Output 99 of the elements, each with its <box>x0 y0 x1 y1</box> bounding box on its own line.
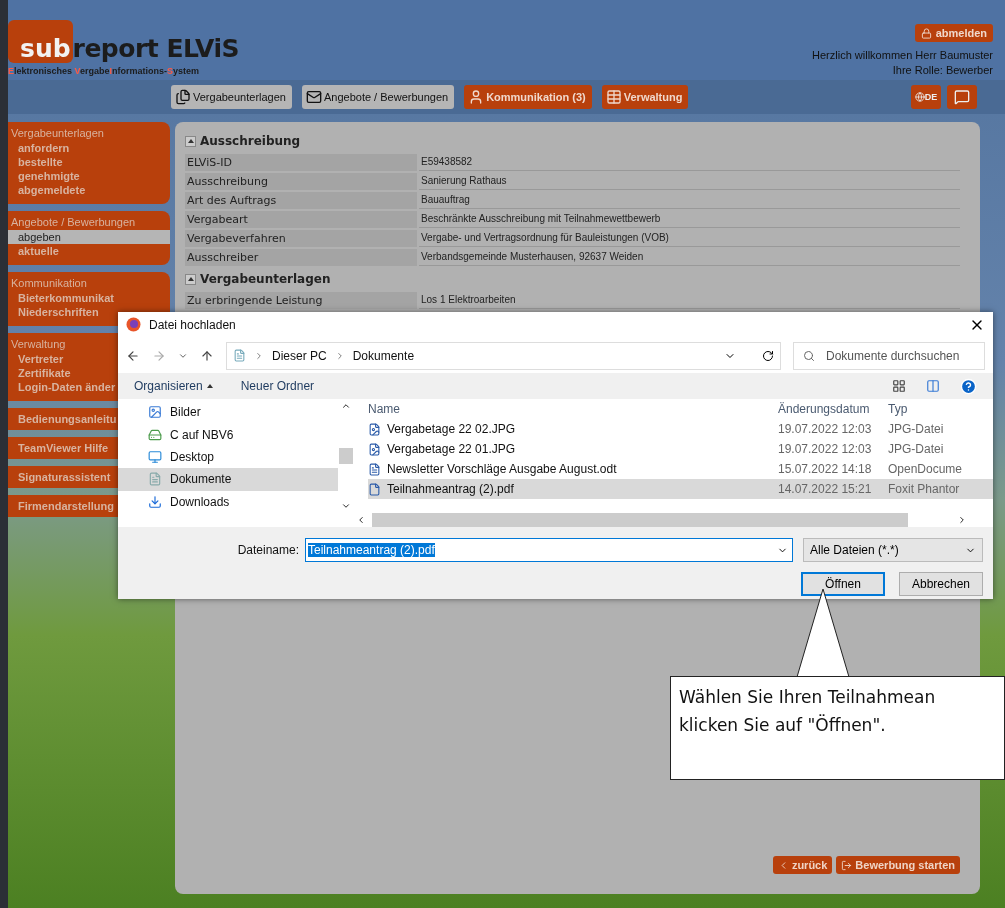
collapse-icon[interactable] <box>185 273 196 285</box>
new-folder-button[interactable]: Neuer Ordner <box>240 379 315 394</box>
welcome-text: Herzlich willkommen Herr Baumuster <box>812 49 993 61</box>
field-value: E59438582 <box>419 154 960 171</box>
file-row[interactable]: Vergabetage 22 01.JPG 19.07.2022 12:03 JPG-Datei <box>368 439 993 459</box>
scroll-right-icon[interactable] <box>957 515 967 525</box>
column-header[interactable]: Name <box>368 402 778 416</box>
view-options-icon[interactable] <box>892 379 906 394</box>
back-button[interactable]: zurück <box>772 856 833 874</box>
folder-item[interactable]: Dokumente <box>118 468 338 491</box>
file-type: JPG-Datei <box>888 422 945 436</box>
drive-folder-icon <box>148 427 162 442</box>
field-value: Vergabe- und Vertragsordnung für Bauleistungen (VOB) <box>419 230 960 247</box>
sidebar-heading: Angebote / Bewerbungen <box>10 215 137 230</box>
sidebar-heading: Kommunikation <box>10 276 88 291</box>
file-type: OpenDocume <box>888 462 964 476</box>
sidebar-heading: Verwaltung <box>10 337 67 352</box>
chat-button[interactable] <box>947 85 977 109</box>
file-date: 14.07.2022 15:21 <box>778 482 873 496</box>
scrollbar-thumb[interactable] <box>339 448 353 464</box>
file-icon <box>368 422 381 436</box>
document-icon <box>233 349 246 362</box>
filename-field[interactable]: Teilnahmeantrag (2).pdf <box>305 538 793 562</box>
role-text: Ihre Rolle: Bewerber <box>892 64 993 76</box>
field-label: Zu erbringende Leistung <box>185 292 417 309</box>
language-button[interactable]: DE <box>911 85 941 109</box>
file-name: Teilnahmeantrag (2).pdf <box>368 482 778 496</box>
nav-tab[interactable]: Kommunikation (3) <box>464 85 592 109</box>
preview-pane-icon[interactable] <box>926 379 940 394</box>
file-icon <box>368 462 381 476</box>
filename-label: Dateiname: <box>237 543 299 557</box>
column-header[interactable]: Änderungsdatum <box>778 402 888 416</box>
file-type-select[interactable]: Alle Dateien (*.*) <box>803 538 983 562</box>
column-header[interactable]: Typ <box>888 402 993 416</box>
sidebar-heading: Vergabeunterlagen <box>10 126 105 141</box>
scroll-left-icon[interactable] <box>356 515 366 525</box>
pictures-folder-icon <box>148 405 162 420</box>
file-date: 19.07.2022 12:03 <box>778 442 873 456</box>
file-row[interactable]: Vergabetage 22 02.JPG 19.07.2022 12:03 JPG-Datei <box>368 419 993 439</box>
desktop-folder-icon <box>148 450 162 465</box>
logo-mark: sub <box>8 20 73 63</box>
file-name: Newsletter Vorschläge Ausgabe August.odt <box>368 462 778 476</box>
tab-icon <box>605 89 622 105</box>
field-value: Sanierung Rathaus <box>419 173 960 190</box>
file-date: 15.07.2022 14:18 <box>778 462 873 476</box>
file-icon <box>368 442 381 456</box>
field-label: Vergabeverfahren <box>185 230 417 247</box>
logout-button[interactable]: abmelden <box>914 24 993 42</box>
file-type: JPG-Datei <box>888 442 945 456</box>
scrollbar-thumb[interactable] <box>372 513 908 527</box>
lock-icon <box>920 27 932 39</box>
exit-icon <box>841 859 853 871</box>
field-label: Art des Auftrags <box>185 192 417 209</box>
logo-text: report ELViS <box>72 34 239 63</box>
field-value: Bauauftrag <box>419 192 960 209</box>
field-label: Ausschreibung <box>185 173 417 190</box>
field-value: Beschränkte Ausschreibung mit Teilnahmewettbewerb <box>419 211 960 228</box>
refresh-icon[interactable] <box>762 349 774 362</box>
back-arrow-icon[interactable] <box>126 348 140 363</box>
cancel-button[interactable]: Abbrechen <box>899 572 983 596</box>
scroll-down-icon[interactable] <box>341 501 351 511</box>
dialog-title: Datei hochladen <box>149 317 236 332</box>
search-icon <box>803 349 815 362</box>
collapse-icon[interactable] <box>185 135 196 147</box>
sidebar-item[interactable]: abgeben <box>8 230 170 244</box>
tab-icon <box>305 89 322 105</box>
section-title: Vergabeunterlagen <box>200 272 331 286</box>
help-icon[interactable] <box>960 377 977 395</box>
breadcrumb[interactable]: Dokumente <box>352 348 415 363</box>
nav-tab[interactable]: Angebote / Bewerbungen <box>301 85 455 109</box>
tab-icon <box>175 89 191 105</box>
breadcrumb[interactable]: Dieser PC <box>272 348 327 363</box>
chevron-right-icon <box>254 350 264 361</box>
instruction-text: klicken Sie auf "Öffnen". <box>679 715 887 735</box>
file-row[interactable]: Newsletter Vorschläge Ausgabe August.odt 15.07.2022 14:18 OpenDocume <box>368 459 993 479</box>
downloads-folder-icon <box>148 494 162 509</box>
logo-subtitle: Elektronisches VergabeInformations-System <box>8 66 201 76</box>
field-label: ELViS-ID <box>185 154 417 171</box>
file-name: Vergabetage 22 02.JPG <box>368 422 778 436</box>
file-type: Foxit Phantor <box>888 482 961 496</box>
file-date: 19.07.2022 12:03 <box>778 422 873 436</box>
open-button[interactable]: Öffnen <box>801 572 885 596</box>
file-row[interactable]: Teilnahmeantrag (2).pdf 14.07.2022 15:21 Foxit Phantor <box>368 479 993 499</box>
nav-tab[interactable]: Verwaltung <box>601 85 689 109</box>
field-label: Ausschreiber <box>185 249 417 266</box>
documents-folder-icon <box>148 472 162 487</box>
section-title: Ausschreibung <box>200 134 301 148</box>
field-value: Los 1 Elektroarbeiten <box>419 292 960 309</box>
start-button[interactable]: Bewerbung starten <box>836 856 960 874</box>
scroll-up-icon[interactable] <box>341 401 351 411</box>
file-icon <box>368 482 381 496</box>
search-field[interactable]: Dokumente durchsuchen <box>793 341 985 370</box>
field-value: Verbandsgemeinde Musterhausen, 92637 Weiden <box>419 249 960 266</box>
organize-menu[interactable]: Organisieren <box>134 379 213 394</box>
nav-tab[interactable]: Vergabeunterlagen <box>171 85 292 109</box>
field-label: Vergabeart <box>185 211 417 228</box>
instruction-text: Wählen Sie Ihren Teilnahmean <box>679 687 937 707</box>
chat-icon <box>954 89 970 105</box>
file-name: Vergabetage 22 01.JPG <box>368 442 778 456</box>
